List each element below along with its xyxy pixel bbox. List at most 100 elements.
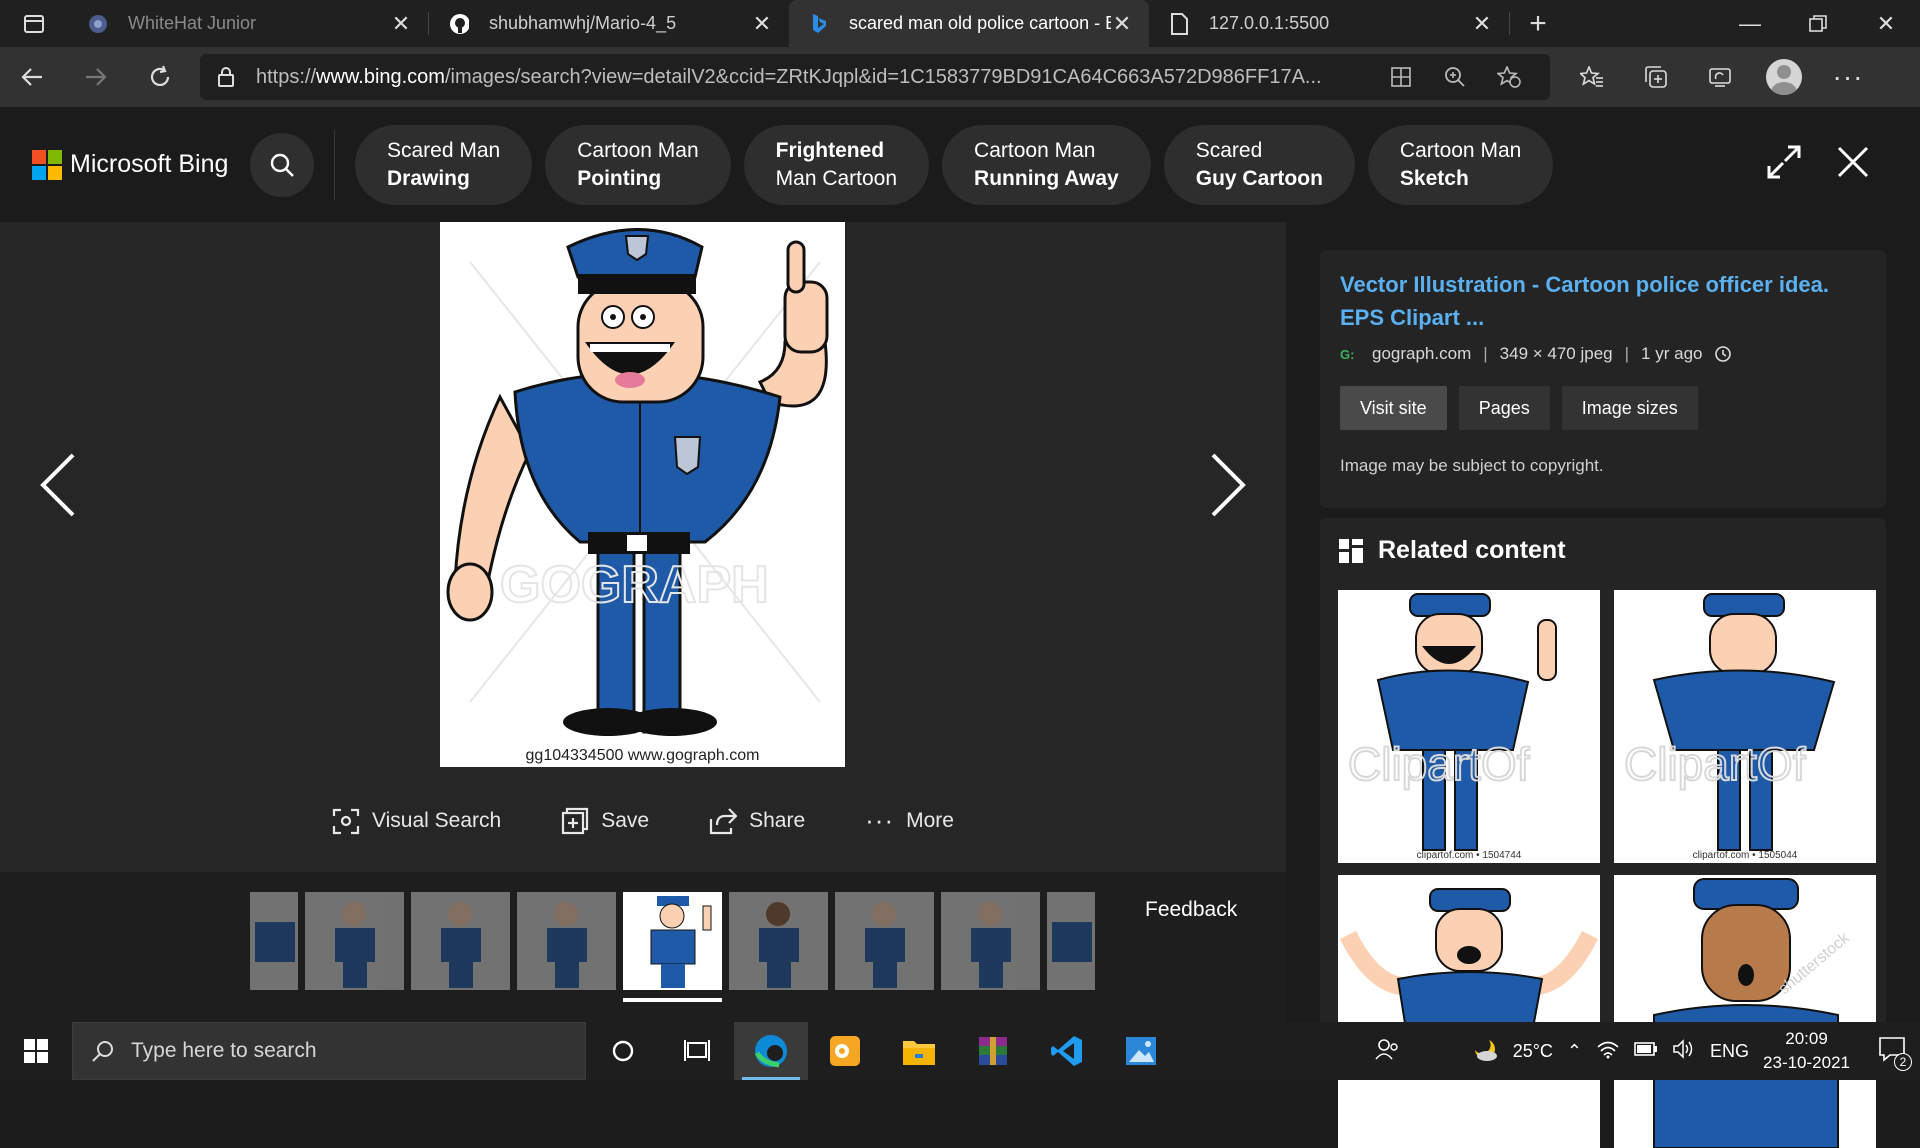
next-image-button[interactable] <box>1208 452 1248 518</box>
input-language[interactable]: ENG <box>1710 1041 1749 1062</box>
source-link[interactable]: gograph.com <box>1372 344 1471 364</box>
related-image[interactable]: ClipartOf clipartof.com • 1504744 <box>1338 590 1600 863</box>
filmstrip-thumbnail[interactable] <box>305 892 404 990</box>
related-content-header: Related content <box>1338 536 1566 565</box>
related-search-pill[interactable]: Frightened Man Cartoon <box>743 124 930 205</box>
filmstrip-thumbnail[interactable] <box>250 892 298 990</box>
task-view-button[interactable] <box>660 1022 734 1080</box>
image-title-link[interactable]: Vector Illustration - Cartoon police off… <box>1340 268 1866 334</box>
favorites-button[interactable] <box>1560 47 1624 107</box>
taskbar-search-input[interactable]: Type here to search <box>72 1022 586 1080</box>
search-button[interactable] <box>250 132 314 197</box>
sync-button[interactable] <box>1688 47 1752 107</box>
related-content-card: Related content ClipartOf clipartof.com … <box>1320 518 1886 1148</box>
related-content-title: Related content <box>1378 536 1566 564</box>
tab-github[interactable]: shubhamwhj/Mario-4_5 ✕ <box>429 0 789 47</box>
details-panel: Vector Illustration - Cartoon police off… <box>1286 222 1920 1148</box>
refresh-button[interactable] <box>128 47 192 107</box>
lock-icon[interactable] <box>214 66 238 88</box>
notifications-button[interactable]: 2 <box>1878 1036 1912 1071</box>
tab-title: WhiteHat Junior <box>128 13 257 33</box>
pages-button[interactable]: Pages <box>1458 386 1550 430</box>
related-search-pill[interactable]: Cartoon Man Sketch <box>1367 124 1554 205</box>
visit-site-button[interactable]: Visit site <box>1340 386 1447 430</box>
close-icon[interactable]: ✕ <box>1471 11 1493 36</box>
chevron-left-icon <box>40 453 75 517</box>
filmstrip-thumbnail[interactable] <box>411 892 510 990</box>
save-button[interactable]: Save <box>561 805 649 836</box>
collections-button[interactable] <box>1624 47 1688 107</box>
settings-more-button[interactable]: ··· <box>1816 47 1880 107</box>
zoom-button[interactable] <box>1428 66 1482 88</box>
filmstrip-thumbnail[interactable] <box>729 892 828 990</box>
file-explorer-taskbar-app[interactable] <box>882 1022 956 1080</box>
bing-logo[interactable]: Microsoft Bing <box>32 149 250 180</box>
tab-whitehat[interactable]: WhiteHat Junior ✕ <box>68 0 428 47</box>
pill-line1: Scared Man <box>387 138 501 162</box>
close-icon: ✕ <box>1876 10 1896 36</box>
url-text[interactable]: https://www.bing.com/images/search?view=… <box>256 66 1374 89</box>
vscode-icon <box>1051 1036 1082 1066</box>
related-search-pill[interactable]: Scared Man Drawing <box>355 124 533 205</box>
cortana-button[interactable] <box>586 1022 660 1080</box>
filmstrip-thumbnail[interactable] <box>517 892 616 990</box>
photos-taskbar-app[interactable] <box>1104 1022 1178 1080</box>
battery-icon[interactable] <box>1634 1041 1658 1062</box>
close-icon[interactable]: ✕ <box>1111 11 1133 36</box>
people-icon[interactable] <box>1375 1037 1401 1066</box>
microsoft-logo-icon <box>32 149 62 180</box>
show-hidden-icons-chevron-icon[interactable]: ⌃ <box>1567 1041 1582 1062</box>
cortana-icon <box>612 1040 634 1062</box>
restore-button[interactable] <box>1784 0 1852 47</box>
start-button[interactable] <box>0 1039 72 1063</box>
add-favorite-button[interactable] <box>1482 66 1536 88</box>
filmstrip-thumbnail-selected[interactable] <box>623 892 722 990</box>
related-search-pill[interactable]: Cartoon Man Pointing <box>545 124 731 205</box>
tab-actions-button[interactable] <box>0 0 68 47</box>
tab-localhost[interactable]: 127.0.0.1:5500 ✕ <box>1149 0 1509 47</box>
filmstrip-thumbnail[interactable] <box>1047 892 1095 990</box>
collections-icon <box>1645 66 1667 88</box>
related-search-pill[interactable]: Scared Guy Cartoon <box>1163 124 1355 205</box>
taskbar-clock[interactable]: 20:09 23-10-2021 <box>1763 1027 1850 1075</box>
edge-taskbar-app[interactable] <box>734 1022 808 1080</box>
reader-view-button[interactable] <box>1374 67 1428 87</box>
winrar-taskbar-app[interactable] <box>956 1022 1030 1080</box>
close-icon[interactable]: ✕ <box>390 11 412 36</box>
close-icon[interactable]: ✕ <box>751 11 773 36</box>
share-button[interactable]: Share <box>709 805 805 836</box>
more-button[interactable]: ··· More <box>865 805 954 836</box>
vscode-taskbar-app[interactable] <box>1030 1022 1104 1080</box>
tab-bing[interactable]: scared man old police cartoon - B ✕ <box>789 0 1149 47</box>
related-image[interactable]: ClipartOf clipartof.com • 1505044 <box>1614 590 1876 863</box>
weather-icon[interactable] <box>1469 1036 1499 1067</box>
forward-button[interactable] <box>64 47 128 107</box>
related-search-pill[interactable]: Cartoon Man Running Away <box>942 124 1151 205</box>
wifi-icon[interactable] <box>1596 1039 1620 1064</box>
volume-icon[interactable] <box>1672 1038 1696 1064</box>
new-tab-button[interactable]: + <box>1510 0 1566 47</box>
close-viewer-button[interactable] <box>1836 145 1870 184</box>
main-image[interactable]: GOGRAPH gg104334500 www.gograph.com <box>440 222 845 767</box>
weather-temperature[interactable]: 25°C <box>1513 1041 1553 1062</box>
feedback-link[interactable]: Feedback <box>1145 898 1237 922</box>
visual-search-button[interactable]: Visual Search <box>332 805 501 836</box>
related-image[interactable]: shutterstock <box>1614 875 1876 1148</box>
plus-icon: + <box>1529 6 1547 40</box>
minimize-button[interactable]: — <box>1716 0 1784 47</box>
filmstrip-thumbnail[interactable] <box>941 892 1040 990</box>
filmstrip-thumbnail[interactable] <box>835 892 934 990</box>
pill-line2: Sketch <box>1399 166 1469 190</box>
selected-thumbnail-indicator <box>623 998 722 1002</box>
image-info-card: Vector Illustration - Cartoon police off… <box>1320 250 1886 508</box>
back-button[interactable] <box>0 47 64 107</box>
address-bar[interactable]: https://www.bing.com/images/search?view=… <box>200 54 1550 100</box>
image-sizes-button[interactable]: Image sizes <box>1561 386 1698 430</box>
fullscreen-button[interactable] <box>1766 144 1802 185</box>
zoom-icon <box>1445 67 1465 87</box>
close-window-button[interactable]: ✕ <box>1852 0 1920 47</box>
previous-image-button[interactable] <box>38 452 78 518</box>
profile-button[interactable] <box>1752 47 1816 107</box>
office-taskbar-app[interactable] <box>808 1022 882 1080</box>
related-image[interactable] <box>1338 875 1600 1148</box>
